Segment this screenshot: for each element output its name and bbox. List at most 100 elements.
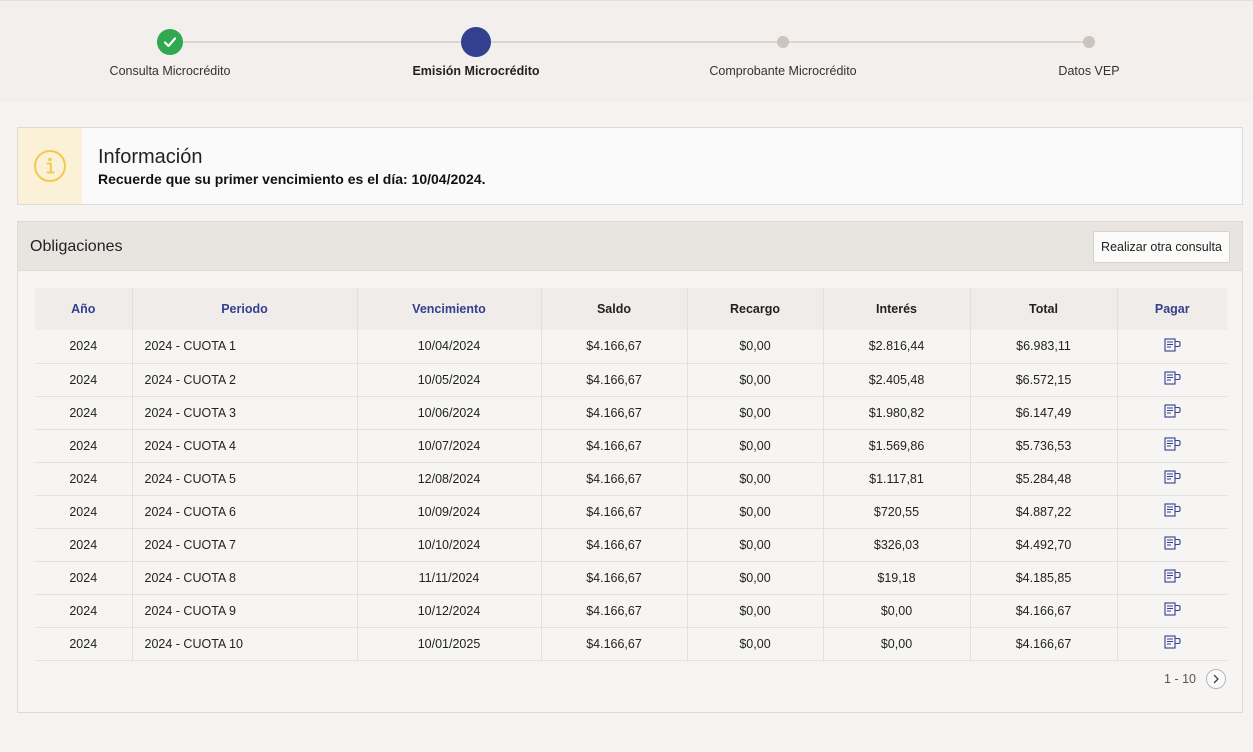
cell-anio: 2024 [35, 396, 133, 430]
cell-saldo: $4.166,67 [541, 561, 688, 595]
step-label: Emisión Microcrédito [412, 64, 540, 78]
cell-pagar [1117, 528, 1227, 562]
receipt-pay-icon[interactable] [1164, 569, 1181, 586]
table-row: 2024 2024 - CUOTA 7 10/10/2024 $4.166,67 $0,… [35, 528, 1227, 562]
panel-header: Obligaciones Realizar otra consulta [18, 222, 1242, 271]
cell-total: $5.736,53 [970, 429, 1118, 463]
cell-pagar [1117, 396, 1227, 430]
cell-periodo: 2024 - CUOTA 5 [132, 462, 358, 496]
cell-pagar [1117, 561, 1227, 595]
cell-pagar [1117, 495, 1227, 529]
cell-periodo: 2024 - CUOTA 4 [132, 429, 358, 463]
cell-recargo: $0,00 [687, 396, 824, 430]
cell-anio: 2024 [35, 528, 133, 562]
receipt-pay-icon[interactable] [1164, 470, 1181, 487]
cell-recargo: $0,00 [687, 594, 824, 628]
cell-total: $4.887,22 [970, 495, 1118, 529]
cell-recargo: $0,00 [687, 528, 824, 562]
table-row: 2024 2024 - CUOTA 1 10/04/2024 $4.166,67 $0,… [35, 330, 1227, 364]
receipt-pay-icon[interactable] [1164, 503, 1181, 520]
cell-vencimiento: 12/08/2024 [357, 462, 542, 496]
active-step-dot [461, 27, 491, 57]
cell-vencimiento: 10/07/2024 [357, 429, 542, 463]
cell-pagar [1117, 330, 1227, 364]
cell-recargo: $0,00 [687, 561, 824, 595]
step-label: Comprobante Microcrédito [709, 64, 857, 78]
info-icon [34, 150, 66, 182]
cell-saldo: $4.166,67 [541, 396, 688, 430]
cell-vencimiento: 10/09/2024 [357, 495, 542, 529]
cell-saldo: $4.166,67 [541, 627, 688, 661]
cell-anio: 2024 [35, 495, 133, 529]
cell-interes: $1.980,82 [823, 396, 971, 430]
info-icon-container [18, 128, 82, 204]
step-emision: Emisión Microcrédito [356, 1, 596, 103]
receipt-pay-icon[interactable] [1164, 338, 1181, 355]
header-vencimiento[interactable]: Vencimiento [357, 288, 542, 330]
step-datos-vep: Datos VEP [969, 1, 1209, 103]
cell-periodo: 2024 - CUOTA 9 [132, 594, 358, 628]
cell-interes: $19,18 [823, 561, 971, 595]
new-query-button[interactable]: Realizar otra consulta [1093, 231, 1230, 263]
pending-step-dot [1083, 36, 1095, 48]
cell-periodo: 2024 - CUOTA 1 [132, 330, 358, 364]
panel-title: Obligaciones [30, 238, 123, 255]
cell-pagar [1117, 627, 1227, 661]
step-label: Consulta Microcrédito [109, 64, 231, 78]
cell-vencimiento: 10/06/2024 [357, 396, 542, 430]
cell-pagar [1117, 594, 1227, 628]
cell-recargo: $0,00 [687, 627, 824, 661]
cell-total: $6.983,11 [970, 330, 1118, 364]
progress-stepper: Consulta Microcrédito Emisión Microcrédi… [0, 0, 1253, 102]
receipt-pay-icon[interactable] [1164, 536, 1181, 553]
chevron-right-icon [1213, 674, 1219, 684]
cell-anio: 2024 [35, 561, 133, 595]
cell-periodo: 2024 - CUOTA 3 [132, 396, 358, 430]
cell-anio: 2024 [35, 429, 133, 463]
cell-interes: $0,00 [823, 627, 971, 661]
info-message: Recuerde que su primer vencimiento es el… [98, 171, 486, 187]
cell-periodo: 2024 - CUOTA 7 [132, 528, 358, 562]
cell-interes: $2.405,48 [823, 363, 971, 397]
step-consulta: Consulta Microcrédito [50, 1, 290, 103]
cell-saldo: $4.166,67 [541, 462, 688, 496]
cell-interes: $1.117,81 [823, 462, 971, 496]
cell-total: $6.147,49 [970, 396, 1118, 430]
header-total: Total [970, 288, 1118, 330]
cell-vencimiento: 10/04/2024 [357, 330, 542, 364]
receipt-pay-icon[interactable] [1164, 371, 1181, 388]
receipt-pay-icon[interactable] [1164, 602, 1181, 619]
cell-saldo: $4.166,67 [541, 330, 688, 364]
cell-interes: $326,03 [823, 528, 971, 562]
cell-total: $4.166,67 [970, 594, 1118, 628]
table-header-row: Año Periodo Vencimiento Saldo Recargo In… [35, 288, 1227, 330]
header-anio[interactable]: Año [35, 288, 133, 330]
cell-interes: $0,00 [823, 594, 971, 628]
header-recargo: Recargo [687, 288, 824, 330]
receipt-pay-icon[interactable] [1164, 635, 1181, 652]
check-icon [157, 29, 183, 55]
table-row: 2024 2024 - CUOTA 9 10/12/2024 $4.166,67 $0,… [35, 594, 1227, 628]
cell-anio: 2024 [35, 462, 133, 496]
cell-saldo: $4.166,67 [541, 594, 688, 628]
pending-step-dot [777, 36, 789, 48]
cell-recargo: $0,00 [687, 363, 824, 397]
next-page-button[interactable] [1206, 669, 1226, 689]
header-periodo[interactable]: Periodo [132, 288, 358, 330]
cell-anio: 2024 [35, 330, 133, 364]
cell-total: $5.284,48 [970, 462, 1118, 496]
receipt-pay-icon[interactable] [1164, 437, 1181, 454]
receipt-pay-icon[interactable] [1164, 404, 1181, 421]
cell-anio: 2024 [35, 363, 133, 397]
cell-vencimiento: 10/05/2024 [357, 363, 542, 397]
cell-periodo: 2024 - CUOTA 2 [132, 363, 358, 397]
cell-vencimiento: 10/01/2025 [357, 627, 542, 661]
cell-recargo: $0,00 [687, 429, 824, 463]
cell-vencimiento: 10/10/2024 [357, 528, 542, 562]
cell-periodo: 2024 - CUOTA 8 [132, 561, 358, 595]
table-row: 2024 2024 - CUOTA 8 11/11/2024 $4.166,67 $0,… [35, 561, 1227, 595]
cell-total: $4.166,67 [970, 627, 1118, 661]
header-pagar: Pagar [1117, 288, 1227, 330]
cell-interes: $2.816,44 [823, 330, 971, 364]
pagination-range: 1 - 10 [1164, 672, 1196, 686]
